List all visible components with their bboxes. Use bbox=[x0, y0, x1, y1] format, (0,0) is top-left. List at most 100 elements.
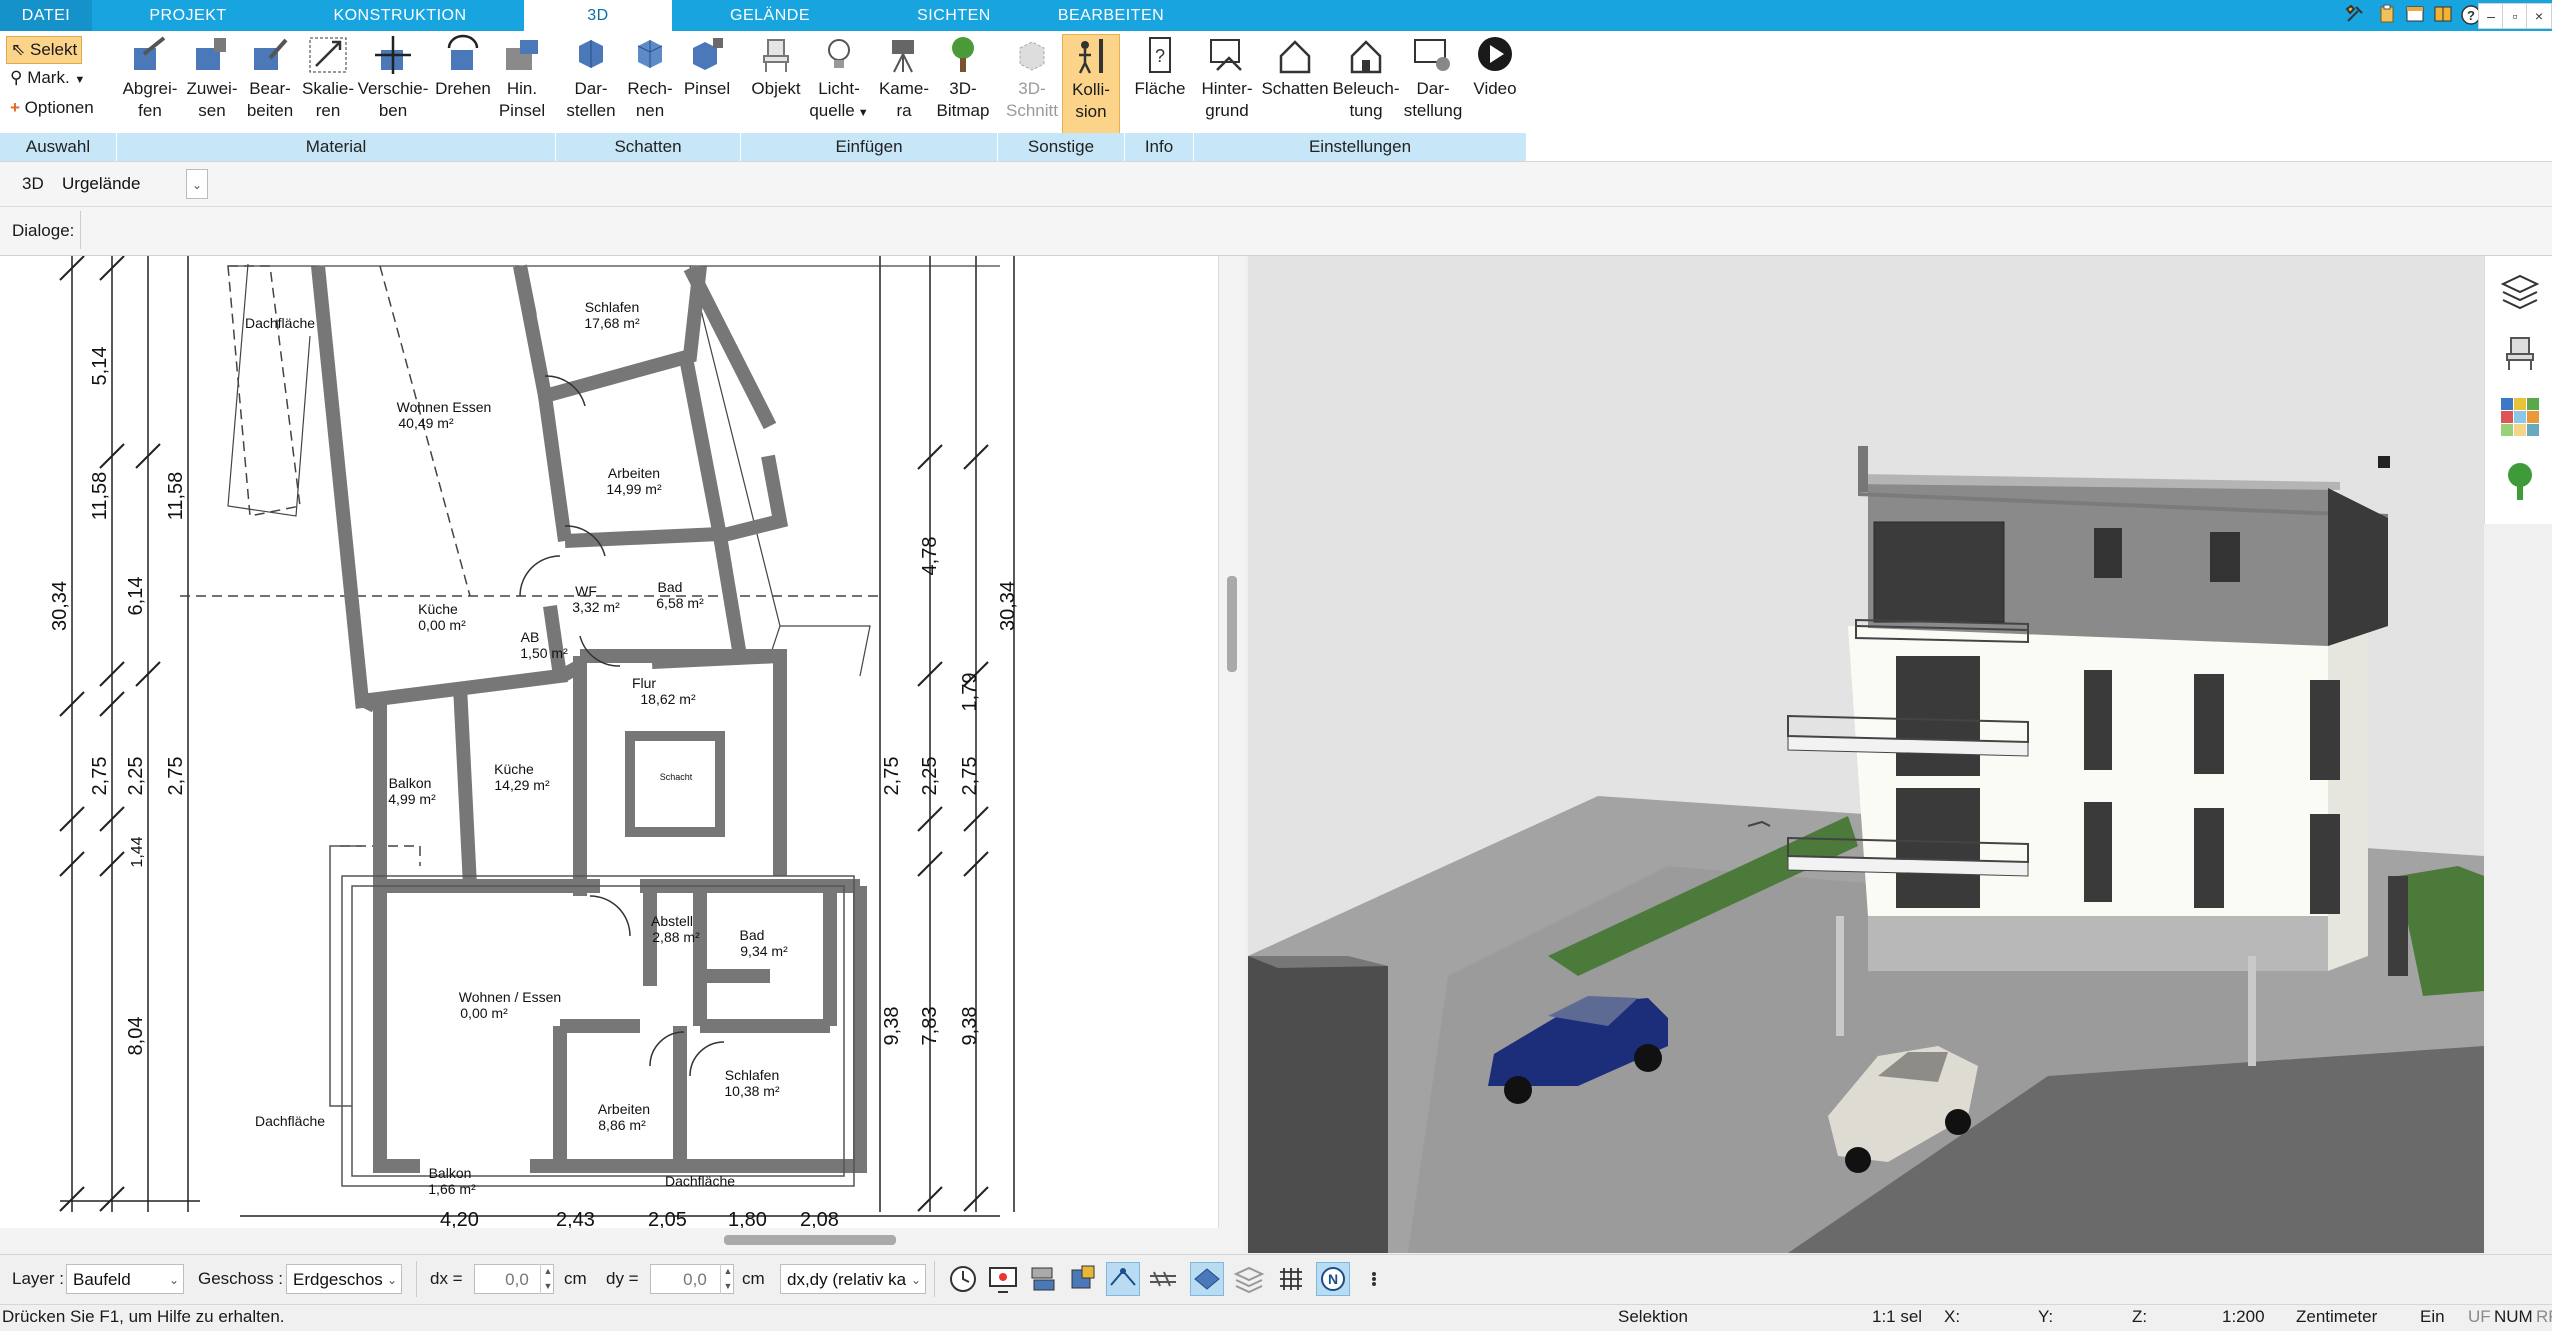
drehen-button[interactable]: Drehen bbox=[430, 34, 496, 132]
pinsel-button[interactable]: Pinsel bbox=[678, 34, 736, 132]
shadow-house-icon bbox=[1279, 40, 1311, 74]
chevron-down-icon: ⌄ bbox=[386, 1273, 397, 1287]
dialog-bar: Dialoge: bbox=[0, 207, 2552, 256]
help-text: Drücken Sie F1, um Hilfe zu erhalten. bbox=[2, 1307, 285, 1326]
mark-button[interactable]: ⚲ Mark. ▼ bbox=[6, 65, 89, 91]
geschoss-select[interactable]: Erdgeschos ⌄ bbox=[286, 1264, 402, 1294]
tools-icon[interactable] bbox=[2344, 4, 2366, 26]
bearbeiten-button[interactable]: Bear-beiten bbox=[242, 34, 298, 132]
schacht-label: Schacht bbox=[660, 772, 693, 782]
status-z: Z: bbox=[2132, 1307, 2148, 1326]
schnitt-button[interactable]: 3D- Schnitt bbox=[1002, 34, 1062, 132]
rotate-icon bbox=[447, 34, 479, 70]
divider bbox=[416, 1261, 417, 1297]
darstellen-button[interactable]: Dar-stellen bbox=[560, 34, 622, 132]
dy-value: 0,0 bbox=[683, 1270, 707, 1289]
view-stack-icon[interactable] bbox=[1026, 1262, 1060, 1296]
plan-horizontal-scrollbar[interactable] bbox=[0, 1228, 1244, 1252]
hintergrund-button[interactable]: Hinter-grund bbox=[1196, 34, 1258, 132]
layout-icon[interactable] bbox=[2432, 4, 2454, 26]
drehen-label: Drehen bbox=[435, 79, 491, 98]
terrain-select[interactable]: Urgelände ⌄ bbox=[56, 169, 208, 199]
layers-stack-icon[interactable] bbox=[1232, 1262, 1266, 1296]
clipboard-icon[interactable] bbox=[2376, 4, 2398, 26]
more-options-icon[interactable] bbox=[1364, 1262, 1398, 1296]
flaeche-button[interactable]: ? Fläche bbox=[1128, 34, 1192, 132]
status-scale: 1:200 bbox=[2222, 1307, 2265, 1326]
tab-projekt[interactable]: PROJEKT bbox=[120, 0, 256, 31]
select-button[interactable]: ⇖ Selekt bbox=[6, 36, 83, 64]
kollision-label-2: sion bbox=[1075, 102, 1107, 121]
abgreifen-button[interactable]: Abgrei-fen bbox=[118, 34, 182, 132]
plants-icon[interactable] bbox=[2499, 460, 2541, 502]
skalieren-button[interactable]: Skalie-ren bbox=[298, 34, 358, 132]
dim-bottom: 1,80 bbox=[728, 1209, 767, 1228]
zuweisen-button[interactable]: Zuwei-sen bbox=[182, 34, 242, 132]
layers-icon[interactable] bbox=[2499, 270, 2541, 312]
north-icon[interactable]: N bbox=[1316, 1262, 1350, 1296]
tab-3d[interactable]: 3D bbox=[524, 0, 672, 31]
divider bbox=[80, 211, 81, 249]
video-button[interactable]: Video bbox=[1466, 34, 1524, 132]
group-info: Info bbox=[1125, 133, 1194, 161]
layer-select[interactable]: Baufeld ⌄ bbox=[66, 1264, 184, 1294]
room-area: 14,99 m² bbox=[606, 481, 662, 497]
scroll-thumb[interactable] bbox=[1227, 576, 1237, 672]
snap-line-icon[interactable] bbox=[1106, 1262, 1140, 1296]
options-button[interactable]: + Optionen bbox=[6, 95, 98, 121]
hintergrund-label-2: grund bbox=[1205, 101, 1249, 120]
dy-label: dy = bbox=[606, 1269, 639, 1288]
svg-text:?: ? bbox=[1155, 46, 1165, 66]
restore-button[interactable]: ▫ bbox=[2502, 3, 2528, 29]
plane-view-icon[interactable] bbox=[1190, 1262, 1224, 1296]
close-button[interactable]: × bbox=[2526, 3, 2552, 29]
tab-konstruktion[interactable]: KONSTRUKTION bbox=[316, 0, 484, 31]
darstellen-label-1: Dar- bbox=[574, 79, 608, 98]
rechnen-button[interactable]: Rech-nen bbox=[622, 34, 678, 132]
window-icon[interactable] bbox=[2404, 4, 2426, 26]
tab-bearbeiten[interactable]: BEARBEITEN bbox=[1046, 0, 1176, 31]
tab-sichten[interactable]: SICHTEN bbox=[884, 0, 1024, 31]
darstellung-button[interactable]: Dar-stellung bbox=[1400, 34, 1466, 132]
status-rf: RF bbox=[2536, 1307, 2552, 1326]
snap-hatch-icon[interactable] bbox=[1146, 1262, 1180, 1296]
room-name: Arbeiten bbox=[608, 465, 660, 481]
floor-plan-view[interactable]: Dachfläche Schlafen 17,68 m² Wohnen Esse… bbox=[0, 256, 1245, 1252]
beleuchtung-button[interactable]: Beleuch-tung bbox=[1330, 34, 1402, 132]
3d-view[interactable] bbox=[1248, 256, 2484, 1253]
objekt-button[interactable]: Objekt bbox=[746, 34, 806, 132]
dy-spinner[interactable]: ▲ ▼ bbox=[720, 1264, 735, 1294]
verschieben-button[interactable]: Verschie-ben bbox=[356, 34, 430, 132]
status-y: Y: bbox=[2038, 1307, 2054, 1326]
zuweisen-label-2: sen bbox=[198, 101, 226, 120]
monitor-icon[interactable] bbox=[986, 1262, 1020, 1296]
plan-vertical-scrollbar[interactable] bbox=[1218, 256, 1245, 1228]
tab-datei[interactable]: DATEI bbox=[0, 0, 92, 31]
scroll-thumb[interactable] bbox=[724, 1235, 896, 1245]
floor-plan-drawing[interactable]: Dachfläche Schlafen 17,68 m² Wohnen Esse… bbox=[0, 256, 1218, 1228]
light-bulb-icon bbox=[828, 39, 850, 68]
cube-view-icon[interactable] bbox=[1066, 1262, 1100, 1296]
svg-text:N: N bbox=[1328, 1271, 1338, 1287]
lichtquelle-button[interactable]: Licht-quelle ▼ bbox=[806, 34, 872, 132]
3d-scene[interactable] bbox=[1248, 256, 2484, 1253]
kollision-button[interactable]: Kolli-sion bbox=[1062, 34, 1120, 134]
geschoss-label: Geschoss : bbox=[198, 1269, 284, 1288]
materials-icon[interactable] bbox=[2499, 396, 2541, 438]
hinpinsel-button[interactable]: Hin. Pinsel bbox=[496, 34, 548, 132]
room-area: 18,62 m² bbox=[640, 691, 696, 707]
schatten-button[interactable]: Schatten bbox=[1258, 34, 1332, 132]
clock-icon[interactable] bbox=[946, 1262, 980, 1296]
chevron-down-icon: ⌄ bbox=[910, 1273, 921, 1287]
coord-mode-select[interactable]: dx,dy (relativ ka ⌄ bbox=[780, 1264, 926, 1294]
dx-spinner[interactable]: ▲ ▼ bbox=[540, 1264, 555, 1294]
furniture-icon[interactable] bbox=[2499, 332, 2541, 374]
bitmap-button[interactable]: 3D- Bitmap bbox=[936, 34, 990, 132]
verschieben-label-2: ben bbox=[378, 101, 408, 120]
tab-gelaende[interactable]: GELÄNDE bbox=[700, 0, 840, 31]
kamera-button[interactable]: Kame-ra bbox=[872, 34, 936, 132]
room-area: 14,29 m² bbox=[494, 777, 550, 793]
minimize-button[interactable]: – bbox=[2478, 3, 2504, 29]
grid-icon[interactable] bbox=[1274, 1262, 1308, 1296]
section-cut-icon bbox=[1019, 41, 1045, 71]
